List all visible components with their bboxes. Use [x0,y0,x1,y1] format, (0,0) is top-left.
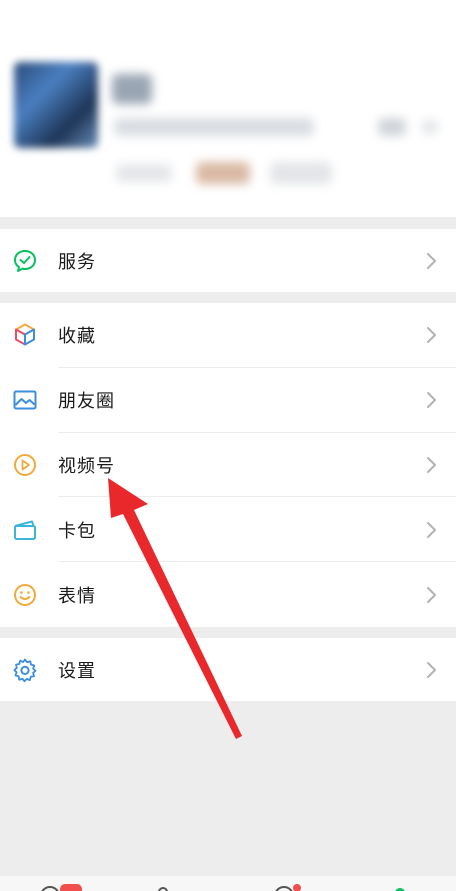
moments-image-icon [12,387,38,413]
chevron-right-icon [427,456,436,473]
services-group: 服务 [0,229,456,292]
chevron-right-icon [427,586,436,603]
stickers-label: 表情 [58,585,96,607]
wechat-pay-icon [12,248,38,274]
channels-label: 视频号 [58,455,115,477]
menu-item-moments[interactable]: 朋友圈 [0,368,456,433]
status-text-redacted [270,162,332,184]
chevron-right-icon [427,252,436,269]
menu-item-settings[interactable]: 设置 [0,638,456,701]
wechat-id-redacted [114,118,314,136]
status-button-redacted[interactable] [116,164,172,182]
card-wallet-icon [12,517,38,543]
friend-status-redacted [196,162,250,184]
menu-item-services[interactable]: 服务 [0,229,456,292]
chevron-right-icon [427,327,436,344]
profile-chevron-icon[interactable] [422,120,438,134]
nickname-redacted [112,74,152,104]
settings-label: 设置 [58,660,96,682]
menu-item-card-wallet[interactable]: 卡包 [0,497,456,563]
qr-code-icon[interactable] [378,118,406,136]
services-label: 服务 [58,251,96,273]
chevron-right-icon [427,521,436,538]
avatar[interactable] [14,62,98,148]
bottom-tab-bar [0,876,456,891]
chevron-right-icon [427,392,436,409]
menu-item-stickers[interactable]: 表情 [0,562,456,627]
card-wallet-label: 卡包 [58,520,96,542]
favorites-cube-icon [12,322,38,348]
moments-label: 朋友圈 [58,391,115,413]
me-tab-icon[interactable] [390,884,410,891]
favorites-label: 收藏 [58,326,96,348]
features-group: 收藏 朋友圈 视频号 卡包 表情 [0,303,456,627]
profile-header[interactable] [0,0,456,217]
settings-group: 设置 [0,638,456,701]
contacts-tab-icon[interactable] [156,884,170,891]
settings-gear-icon [12,657,38,683]
menu-item-channels[interactable]: 视频号 [0,433,456,498]
menu-item-favorites[interactable]: 收藏 [0,303,456,368]
chevron-right-icon [427,661,436,678]
discover-tab-icon[interactable] [270,884,304,891]
sticker-smiley-icon [12,582,38,608]
chats-tab-icon[interactable] [36,884,82,891]
channels-play-icon [12,452,38,478]
